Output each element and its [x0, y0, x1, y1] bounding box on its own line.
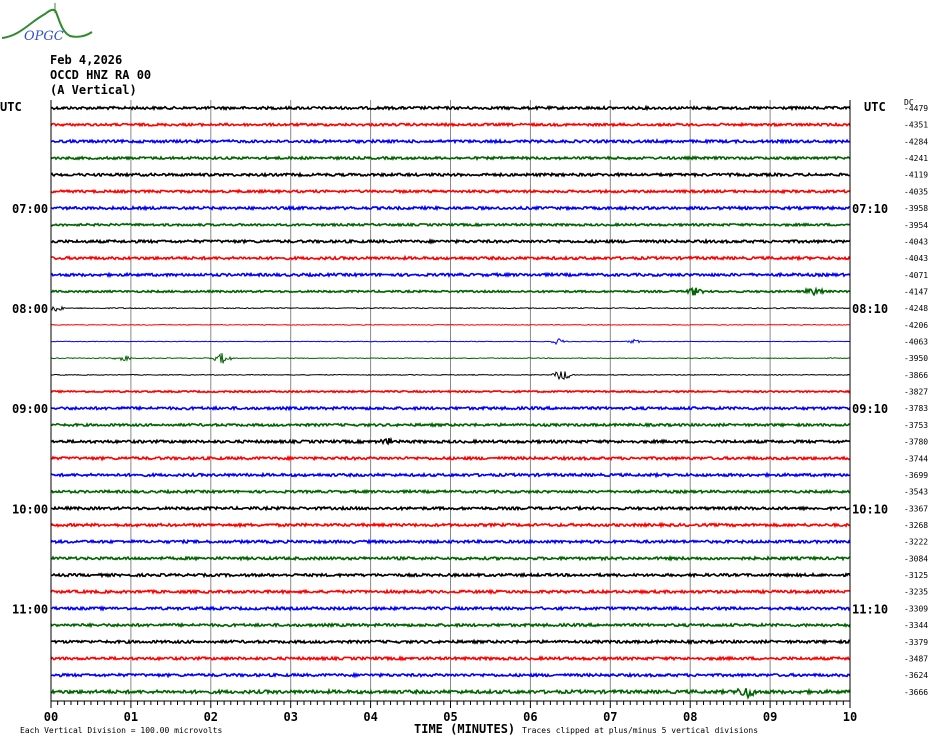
right-time-label: 11:10 [852, 602, 888, 616]
dc-offset-label: -3666 [904, 688, 928, 697]
dc-offset-label: -3125 [904, 571, 928, 580]
trace-row-23 [50, 488, 851, 495]
dc-offset-label: -3235 [904, 588, 928, 597]
x-tick-label: 04 [363, 710, 377, 724]
helicorder-plot: OPGC -4479-4351-4284-4241-4119-4035-3958… [0, 3, 928, 736]
dc-offset-label: -4035 [904, 187, 928, 196]
right-time-label: 08:10 [852, 302, 888, 316]
dc-offset-label: -4206 [904, 321, 928, 330]
trace-row-34 [50, 671, 851, 679]
x-tick-label: 07 [603, 710, 617, 724]
dc-title: DC [904, 98, 914, 107]
trace-row-17 [50, 389, 851, 394]
right-time-label: 09:10 [852, 402, 888, 416]
dc-offset-label: -4147 [904, 287, 928, 296]
dc-offset-label: -3744 [904, 454, 928, 463]
dc-offset-label: -4043 [904, 254, 928, 263]
dc-offset-label: -3367 [904, 504, 928, 513]
trace-row-25 [50, 521, 851, 529]
component-label: (A Vertical) [50, 83, 137, 97]
left-time-label: 11:00 [12, 602, 48, 616]
dc-offset-label: -4241 [904, 154, 928, 163]
dc-offset-label: -4043 [904, 237, 928, 246]
dc-offset-label: -4119 [904, 171, 928, 180]
x-tick-label: 03 [283, 710, 297, 724]
dc-offset-label: -3780 [904, 438, 928, 447]
x-tick-label: 08 [683, 710, 697, 724]
dc-offset-label: -4063 [904, 338, 928, 347]
x-axis-label: TIME (MINUTES) [414, 722, 515, 736]
dc-offset-label: -3866 [904, 371, 928, 380]
x-tick-label: 01 [124, 710, 138, 724]
dc-offset-label: -3950 [904, 354, 928, 363]
x-axis: 00 01 02 03 04 05 06 07 08 09 10 [44, 700, 857, 724]
x-tick-label: 10 [843, 710, 857, 724]
dc-offset-label: -3379 [904, 638, 928, 647]
dc-offset-label: -4284 [904, 137, 928, 146]
left-time-label: 07:00 [12, 202, 48, 216]
dc-offset-label: -3783 [904, 404, 928, 413]
dc-offset-label: -3753 [904, 421, 928, 430]
date-label: Feb 4,2026 [50, 53, 123, 67]
trace-row-32 [51, 638, 851, 646]
dc-offset-label: -3827 [904, 388, 928, 397]
right-time-label: 07:10 [852, 202, 888, 216]
clip-note: Traces clipped at plus/minus 5 vertical … [522, 726, 758, 735]
dc-offset-label: -3958 [904, 204, 928, 213]
trace-row-5 [50, 188, 851, 195]
left-axis-title: UTC [0, 100, 22, 114]
dc-offset-label: -3487 [904, 654, 928, 663]
dc-offset-label: -3344 [904, 621, 928, 630]
dc-offset-label: -3624 [904, 671, 928, 680]
left-time-label: 09:00 [12, 402, 48, 416]
left-time-label: 08:00 [12, 302, 48, 316]
trace-row-1 [50, 121, 851, 128]
opgc-logo: OPGC [1, 3, 93, 44]
dc-offset-label: -3309 [904, 604, 928, 613]
x-tick-label: 06 [523, 710, 537, 724]
left-time-label: 10:00 [12, 502, 48, 516]
trace-row-19 [50, 421, 851, 428]
logo-text: OPGC [24, 29, 64, 44]
dc-offset-label: -4351 [904, 121, 928, 130]
trace-row-21 [50, 455, 851, 462]
dc-offset-label: -4248 [904, 304, 928, 313]
dc-offset-label: -3222 [904, 538, 928, 547]
dc-offset-label: -3954 [904, 221, 928, 230]
right-axis-title: UTC [864, 100, 886, 114]
dc-offset-label: -3268 [904, 521, 928, 530]
station-label: OCCD HNZ RA 00 [50, 68, 152, 82]
x-tick-label: 02 [204, 710, 218, 724]
x-tick-label: 00 [44, 710, 58, 724]
dc-offset-label: -4071 [904, 271, 928, 280]
division-note: Each Vertical Division = 100.00 microvol… [20, 726, 222, 735]
dc-offset-label: -3084 [904, 554, 928, 563]
dc-offset-label: -3543 [904, 488, 928, 497]
dc-offset-label: -3699 [904, 471, 928, 480]
right-time-label: 10:10 [852, 502, 888, 516]
trace-row-13 [50, 323, 851, 326]
x-tick-label: 09 [763, 710, 777, 724]
